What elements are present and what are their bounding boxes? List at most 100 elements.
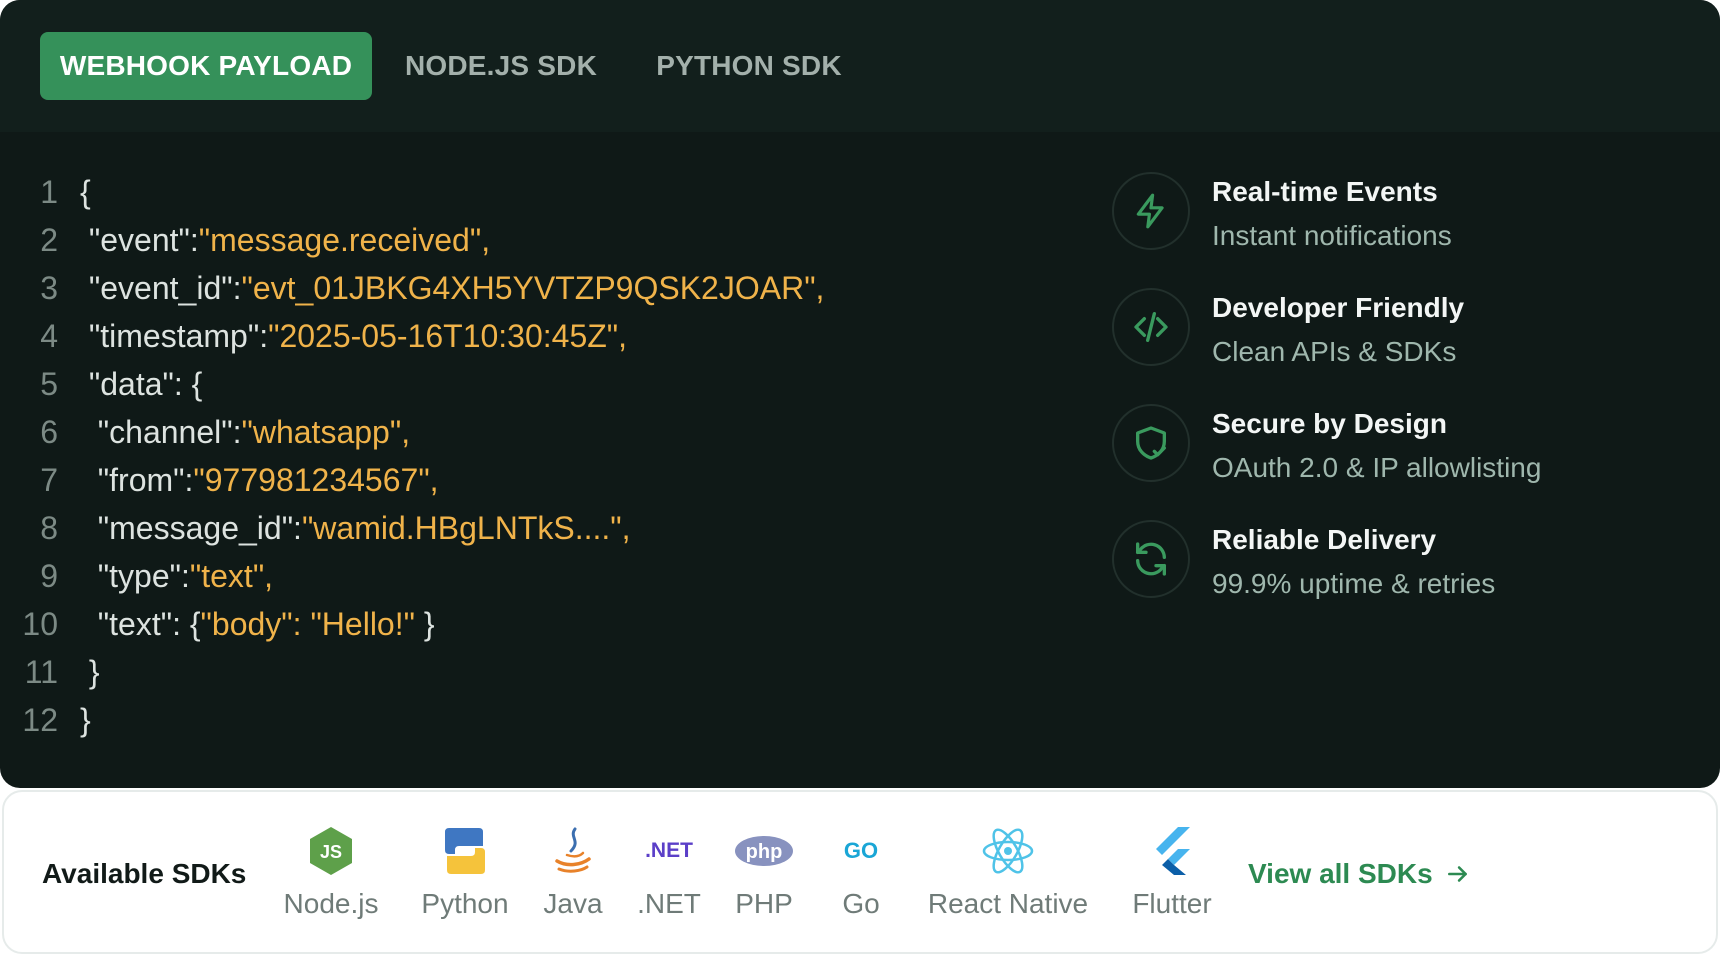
line-number: 4: [40, 318, 58, 354]
line-number: 12: [22, 702, 58, 738]
flutter-logo-icon: [1150, 824, 1194, 878]
sdk-nodejs[interactable]: JS Node.js: [276, 824, 386, 934]
line-number: 9: [40, 558, 58, 594]
feature-title: Reliable Delivery: [1212, 524, 1437, 555]
php-logo-icon: php: [734, 824, 794, 878]
sdk-label: Flutter: [1132, 888, 1212, 919]
refresh-icon: [1112, 520, 1190, 598]
sdk-label: PHP: [735, 888, 793, 919]
feature-item: Real-time Events Instant notifications: [1112, 172, 1672, 254]
code-string: "whatsapp",: [241, 414, 411, 450]
code-content: "message_id":"wamid.HBgLNTkS....",: [80, 504, 631, 552]
python-logo-icon: [439, 824, 491, 878]
sdk-python[interactable]: Python: [410, 824, 520, 934]
java-logo-icon: [549, 824, 597, 878]
code-token: "data": {: [88, 366, 203, 402]
code-line: 3 "event_id":"evt_01JBKG4XH5YVTZP9QSK2JO…: [0, 264, 824, 312]
view-all-sdks-link[interactable]: View all SDKs: [1248, 858, 1471, 890]
feature-item: Secure by Design OAuth 2.0 & IP allowlis…: [1112, 404, 1672, 486]
code-token: "from":: [97, 462, 194, 498]
code-block: 1{2 "event":"message.received", 3 "event_…: [0, 168, 824, 744]
code-token: "text": {: [97, 606, 201, 642]
sdk-react-native[interactable]: React Native: [922, 824, 1094, 934]
line-number: 6: [40, 414, 58, 450]
code-line: 11 }: [0, 648, 824, 696]
line-number: 5: [40, 366, 58, 402]
code-content: "text": {"body": "Hello!" }: [80, 600, 435, 648]
feature-description: Instant notifications: [1212, 220, 1452, 251]
code-line: 9 "type":"text",: [0, 552, 824, 600]
sdk-flutter[interactable]: Flutter: [1122, 824, 1222, 934]
line-number: 7: [40, 462, 58, 498]
code-line: 10 "text": {"body": "Hello!" }: [0, 600, 824, 648]
code-string: "message.received",: [198, 222, 491, 258]
code-token: }: [414, 606, 435, 642]
code-token: }: [80, 702, 91, 738]
tab-nodejs-sdk[interactable]: NODE.JS SDK: [392, 32, 610, 100]
code-token: "event_id":: [88, 270, 242, 306]
feature-title: Developer Friendly: [1212, 292, 1465, 323]
line-number: 10: [22, 606, 58, 642]
code-content: "type":"text",: [80, 552, 273, 600]
code-content: "timestamp":"2025-05-16T10:30:45Z",: [80, 312, 627, 360]
line-number: 11: [24, 654, 58, 690]
sdk-label: Go: [842, 888, 880, 919]
feature-description: Clean APIs & SDKs: [1212, 336, 1457, 367]
code-line: 1{: [0, 168, 824, 216]
feature-item: Developer Friendly Clean APIs & SDKs: [1112, 288, 1672, 370]
feature-title: Secure by Design: [1212, 408, 1447, 439]
lightning-icon: [1112, 172, 1190, 250]
code-content: }: [80, 648, 100, 696]
go-logo-icon: GO: [843, 838, 879, 863]
sdk-java[interactable]: Java: [538, 824, 608, 934]
line-number: 1: [40, 174, 58, 210]
code-token: {: [80, 174, 91, 210]
code-string: "977981234567",: [193, 462, 439, 498]
code-line: 7 "from":"977981234567",: [0, 456, 824, 504]
nodejs-logo-icon: JS: [308, 824, 354, 878]
code-content: "event_id":"evt_01JBKG4XH5YVTZP9QSK2JOAR…: [80, 264, 825, 312]
arrow-right-icon: [1447, 866, 1467, 882]
code-token: "message_id":: [97, 510, 302, 546]
tab-webhook-payload[interactable]: WEBHOOK PAYLOAD: [40, 32, 372, 100]
shield-check-icon: [1112, 404, 1190, 482]
code-content: {: [80, 168, 91, 216]
sdk-go[interactable]: GO Go: [826, 824, 896, 934]
sdk-label: Python: [421, 888, 509, 919]
code-content: "data": {: [80, 360, 202, 408]
code-token: }: [88, 654, 100, 690]
code-icon: [1112, 288, 1190, 366]
svg-text:php: php: [746, 841, 783, 863]
code-string: "evt_01JBKG4XH5YVTZP9QSK2JOAR",: [241, 270, 825, 306]
code-line: 5 "data": {: [0, 360, 824, 408]
feature-title: Real-time Events: [1212, 176, 1438, 207]
tab-python-sdk[interactable]: PYTHON SDK: [640, 32, 858, 100]
code-content: "from":"977981234567",: [80, 456, 439, 504]
feature-item: Reliable Delivery 99.9% uptime & retries: [1112, 520, 1672, 602]
code-line: 8 "message_id":"wamid.HBgLNTkS....",: [0, 504, 824, 552]
line-number: 3: [40, 270, 58, 306]
code-token: "type":: [97, 558, 190, 594]
code-string: "2025-05-16T10:30:45Z",: [268, 318, 628, 354]
code-token: "event":: [88, 222, 199, 258]
code-string: "text",: [189, 558, 274, 594]
line-number: 2: [40, 222, 58, 258]
sdk-label: .NET: [637, 888, 701, 919]
react-logo-icon: [981, 824, 1035, 878]
code-string: "wamid.HBgLNTkS....",: [301, 510, 631, 546]
feature-description: OAuth 2.0 & IP allowlisting: [1212, 452, 1542, 483]
sdk-label: Java: [543, 888, 603, 919]
sdk-dotnet[interactable]: .NET .NET: [634, 824, 704, 934]
view-all-label: View all SDKs: [1248, 858, 1433, 889]
code-content: "event":"message.received",: [80, 216, 490, 264]
sdk-php[interactable]: php PHP: [724, 824, 804, 934]
code-token: "channel":: [97, 414, 242, 450]
